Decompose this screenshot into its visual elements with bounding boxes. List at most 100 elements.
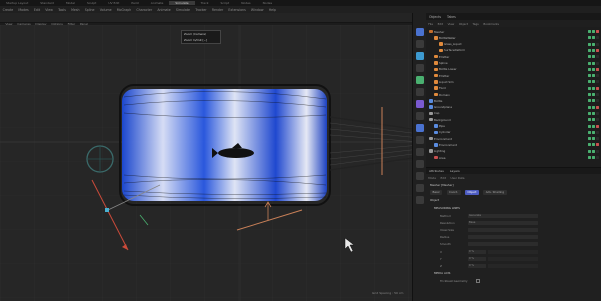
object-menu-edit[interactable]: Edit bbox=[435, 22, 445, 26]
tag-icon[interactable] bbox=[416, 136, 424, 144]
object-row[interactable]: Background bbox=[426, 117, 601, 122]
layout-tab-model[interactable]: Model bbox=[60, 1, 81, 5]
object-row[interactable]: Bottle bbox=[426, 98, 601, 103]
menu-create[interactable]: Create bbox=[0, 8, 16, 12]
visibility-dot-icon[interactable] bbox=[592, 55, 595, 59]
visibility-dot-icon[interactable] bbox=[592, 30, 595, 33]
object-row[interactable]: BottleWater bbox=[426, 35, 601, 40]
field-voxel-size[interactable] bbox=[468, 228, 538, 232]
axis-slider[interactable] bbox=[488, 257, 538, 261]
visibility-dot-icon[interactable] bbox=[592, 99, 595, 103]
visibility-dot-icon[interactable] bbox=[588, 137, 591, 141]
visibility-dot-icon[interactable] bbox=[588, 67, 591, 71]
tab-takes[interactable]: Takes bbox=[444, 15, 459, 19]
layout-tab-script[interactable]: Script bbox=[215, 1, 236, 5]
object-row[interactable]: Cylinder bbox=[426, 130, 601, 135]
visibility-dot-icon[interactable] bbox=[588, 55, 591, 59]
object-row[interactable]: Fluid bbox=[426, 86, 601, 91]
layout-tab-animate[interactable]: Animate bbox=[145, 1, 170, 5]
tag-icon[interactable] bbox=[596, 99, 599, 103]
field-smooth[interactable] bbox=[468, 242, 538, 246]
object-row[interactable]: SurfaceDeform bbox=[426, 48, 601, 53]
tag-icon[interactable] bbox=[596, 36, 599, 40]
axis-slider[interactable] bbox=[488, 250, 538, 254]
tag-icon[interactable] bbox=[596, 143, 599, 147]
tag-icon[interactable] bbox=[596, 67, 599, 71]
object-row[interactable]: Area bbox=[426, 155, 601, 160]
layer-icon[interactable] bbox=[416, 148, 424, 156]
object-row[interactable]: Cap bbox=[426, 111, 601, 116]
visibility-dot-icon[interactable] bbox=[588, 74, 591, 78]
visibility-dot-icon[interactable] bbox=[588, 99, 591, 103]
visibility-dot-icon[interactable] bbox=[592, 74, 595, 78]
tag-icon[interactable] bbox=[596, 86, 599, 90]
visibility-dot-icon[interactable] bbox=[588, 86, 591, 90]
object-row[interactable]: Emitter bbox=[426, 73, 601, 78]
visibility-dot-icon[interactable] bbox=[592, 42, 595, 46]
tag-icon[interactable] bbox=[596, 130, 599, 134]
tab-objects[interactable]: Objects bbox=[426, 15, 444, 19]
tag-icon[interactable] bbox=[596, 105, 599, 109]
visibility-dot-icon[interactable] bbox=[588, 61, 591, 65]
attr-tab-adv-shading[interactable]: Adv. Shading bbox=[483, 190, 507, 195]
menu-window[interactable]: Window bbox=[248, 8, 266, 12]
visibility-dot-icon[interactable] bbox=[588, 30, 591, 33]
attr-tab-basic[interactable]: Basic bbox=[430, 190, 443, 195]
object-menu-tags[interactable]: Tags bbox=[470, 22, 481, 26]
tag-icon[interactable] bbox=[596, 118, 599, 122]
tag-icon[interactable] bbox=[596, 30, 599, 33]
attr-menu-edit[interactable]: Edit bbox=[438, 176, 448, 180]
object-menu-object[interactable]: Object bbox=[457, 22, 471, 26]
tag-icon[interactable] bbox=[596, 61, 599, 65]
object-menu-file[interactable]: File bbox=[426, 22, 435, 26]
attr-tab-coord[interactable]: Coord. bbox=[446, 190, 461, 195]
3d-viewport[interactable]: Grid Spacing : 50 cm bbox=[0, 25, 412, 301]
field-resolution[interactable]: Base bbox=[468, 221, 538, 225]
attr-menu-user-data[interactable]: User Data bbox=[448, 176, 467, 180]
render-icon[interactable] bbox=[416, 184, 424, 192]
menu-tracker[interactable]: Tracker bbox=[193, 8, 210, 12]
layout-tab-startup-layout[interactable]: Startup Layout bbox=[0, 1, 34, 5]
menu-tools[interactable]: Tools bbox=[55, 8, 68, 12]
object-menu-view[interactable]: View bbox=[445, 22, 456, 26]
layout-tab-track[interactable]: Track bbox=[195, 1, 215, 5]
visibility-dot-icon[interactable] bbox=[592, 93, 595, 96]
tag-icon[interactable] bbox=[596, 124, 599, 128]
menu-modes[interactable]: Modes bbox=[16, 8, 32, 12]
visibility-dot-icon[interactable] bbox=[592, 67, 595, 71]
menu-spline[interactable]: Spline bbox=[82, 8, 97, 12]
tag-icon[interactable] bbox=[596, 149, 599, 153]
visibility-dot-icon[interactable] bbox=[588, 93, 591, 96]
menu-mesh[interactable]: Mesh bbox=[69, 8, 83, 12]
tag-icon[interactable] bbox=[596, 48, 599, 52]
field-radius[interactable] bbox=[468, 235, 538, 239]
layout-tab-simulate[interactable]: Simulate bbox=[169, 1, 195, 5]
material-icon[interactable] bbox=[416, 160, 424, 168]
visibility-dot-icon[interactable] bbox=[592, 137, 595, 141]
visibility-dot-icon[interactable] bbox=[588, 42, 591, 46]
tag-icon[interactable] bbox=[596, 55, 599, 59]
object-row[interactable]: Lighting bbox=[426, 149, 601, 154]
deformer-icon[interactable] bbox=[416, 76, 424, 84]
visibility-dot-icon[interactable] bbox=[588, 36, 591, 40]
object-row[interactable]: Groundplane bbox=[426, 105, 601, 110]
object-row[interactable]: Emitter bbox=[426, 54, 601, 59]
visibility-dot-icon[interactable] bbox=[588, 48, 591, 52]
scene-icon[interactable] bbox=[416, 172, 424, 180]
menu-view[interactable]: View bbox=[43, 8, 56, 12]
object-row[interactable]: Domain bbox=[426, 92, 601, 97]
menu-extensions[interactable]: Extensions bbox=[226, 8, 249, 12]
object-row[interactable]: Mesher bbox=[426, 29, 601, 34]
visibility-dot-icon[interactable] bbox=[592, 86, 595, 90]
visibility-dot-icon[interactable] bbox=[592, 111, 595, 115]
object-row[interactable]: Environment bbox=[426, 142, 601, 147]
liquid-simulation[interactable] bbox=[122, 89, 327, 201]
visibility-dot-icon[interactable] bbox=[592, 143, 595, 147]
layout-tab-uv-edit[interactable]: UV Edit bbox=[102, 1, 125, 5]
tab-layers[interactable]: Layers bbox=[447, 169, 463, 173]
sphere-icon[interactable] bbox=[416, 52, 424, 60]
menu-help[interactable]: Help bbox=[266, 8, 278, 12]
visibility-dot-icon[interactable] bbox=[588, 130, 591, 134]
visibility-dot-icon[interactable] bbox=[592, 36, 595, 40]
visibility-dot-icon[interactable] bbox=[592, 156, 595, 159]
